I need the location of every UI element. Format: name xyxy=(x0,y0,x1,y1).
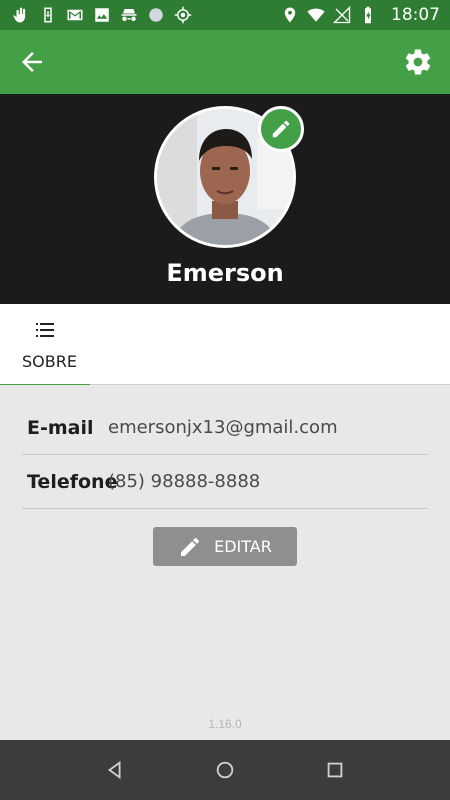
home-circle-icon xyxy=(216,761,234,779)
circle-icon xyxy=(147,6,165,24)
settings-button[interactable] xyxy=(398,42,438,82)
phone-row: Telefone (85) 98888-8888 xyxy=(22,455,428,509)
email-label: E-mail xyxy=(27,416,94,439)
list-icon xyxy=(33,318,57,342)
tab-bar: SOBRE xyxy=(0,304,450,386)
no-signal-icon xyxy=(333,6,351,24)
edit-photo-button[interactable] xyxy=(258,106,304,152)
pencil-icon xyxy=(181,537,200,556)
phone-label: Telefone xyxy=(27,470,118,493)
tab-sobre[interactable]: SOBRE xyxy=(0,304,90,386)
battery-charging-icon xyxy=(359,6,377,24)
incognito-icon xyxy=(120,6,138,24)
profile-details: E-mail emersonjx13@gmail.com Telefone (8… xyxy=(0,385,450,740)
avatar-container xyxy=(154,106,304,248)
gmail-icon xyxy=(66,6,84,24)
status-time: 18:07 xyxy=(391,5,440,25)
back-button[interactable] xyxy=(12,42,52,82)
gear-icon xyxy=(405,49,431,75)
arrow-back-icon xyxy=(22,52,42,72)
status-system: 18:07 xyxy=(281,5,440,25)
profile-header: Emerson xyxy=(0,94,450,304)
profile-name: Emerson xyxy=(166,259,284,287)
nav-recents-button[interactable] xyxy=(310,745,360,795)
back-triangle-icon xyxy=(107,760,121,780)
tab-label: SOBRE xyxy=(22,352,77,371)
pencil-icon xyxy=(272,120,290,138)
hand-icon xyxy=(12,6,30,24)
email-value: emersonjx13@gmail.com xyxy=(108,417,338,438)
location-icon xyxy=(281,6,299,24)
email-row: E-mail emersonjx13@gmail.com xyxy=(22,401,428,455)
status-notifications xyxy=(12,6,192,24)
edit-button[interactable]: EDITAR xyxy=(153,527,297,566)
phone-value: (85) 98888-8888 xyxy=(108,471,261,492)
app-bar xyxy=(0,30,450,94)
nav-back-button[interactable] xyxy=(90,745,140,795)
image-icon xyxy=(93,6,111,24)
nav-home-button[interactable] xyxy=(200,745,250,795)
system-nav-bar xyxy=(0,740,450,800)
recents-square-icon xyxy=(327,762,343,778)
phone-sync-icon xyxy=(39,6,57,24)
location-target-icon xyxy=(174,6,192,24)
wifi-icon xyxy=(307,6,325,24)
status-bar: 18:07 xyxy=(0,0,450,30)
edit-button-label: EDITAR xyxy=(214,537,272,556)
app-version: 1.16.0 xyxy=(208,717,242,731)
